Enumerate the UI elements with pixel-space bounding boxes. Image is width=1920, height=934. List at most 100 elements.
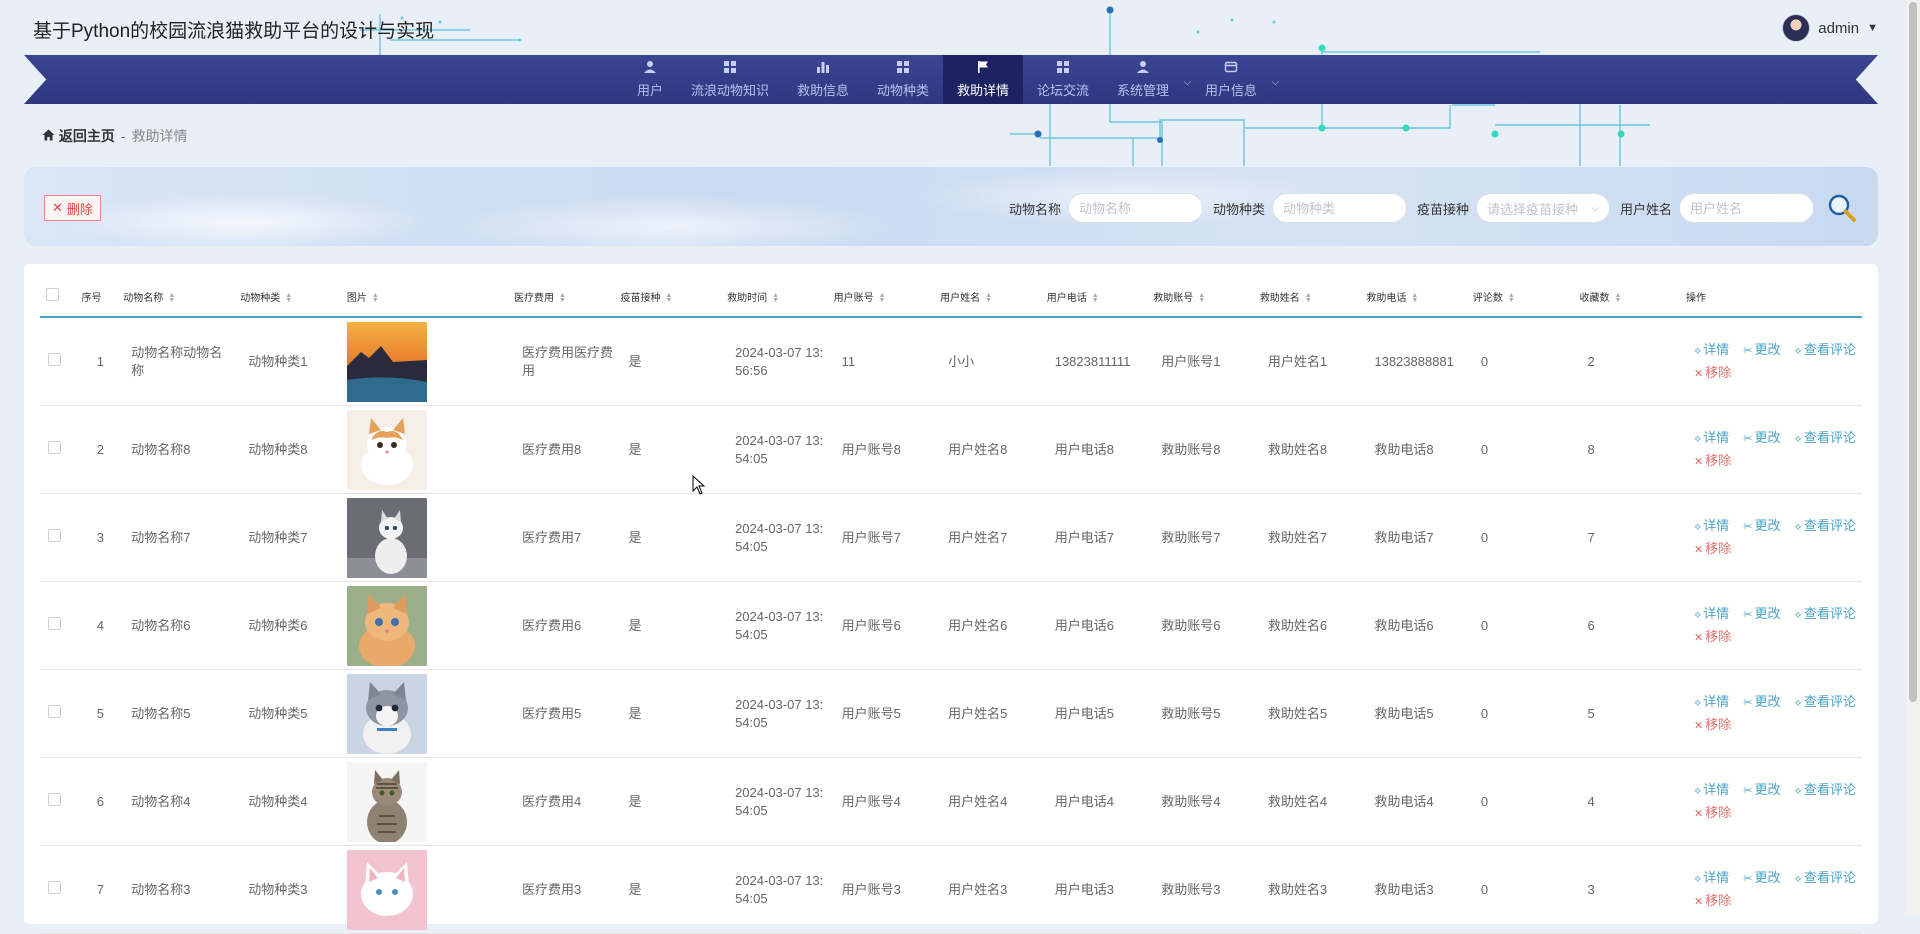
animal-photo[interactable] (346, 761, 508, 842)
select-all-checkbox[interactable] (40, 276, 76, 318)
detail-button[interactable]: ⟡ 详情 (1694, 693, 1729, 712)
nav-item-stray-knowledge[interactable]: 流浪动物知识 (677, 55, 783, 104)
cell-image[interactable] (340, 581, 508, 670)
nav-item-system-management[interactable]: 系统管理 ⌵ (1103, 55, 1191, 104)
nav-item-forum[interactable]: 论坛交流 (1023, 55, 1103, 104)
cell-image[interactable] (340, 757, 508, 846)
edit-button[interactable]: ✂ 更改 (1743, 605, 1780, 624)
col-header-vaccine[interactable]: 疫苗接种 ▲ ▼ (614, 276, 722, 318)
view-comments-label: 查看评论 (1803, 605, 1856, 621)
col-header-favorites[interactable]: 收藏数 ▲ ▼ (1573, 276, 1680, 318)
animal-photo[interactable] (346, 585, 508, 666)
cell-image[interactable] (340, 493, 508, 582)
edit-button[interactable]: ✂ 更改 (1743, 341, 1780, 360)
remove-button[interactable]: ✕ 移除 (1694, 716, 1731, 735)
edit-button[interactable]: ✂ 更改 (1743, 517, 1780, 536)
col-header-user-account[interactable]: 用户账号 ▲ ▼ (827, 276, 935, 318)
table-row[interactable]: 7 动物名称3 动物种类3 医疗费用3 是 2024-03-07 13:54:05 用户账号… (40, 845, 1862, 934)
nav-item-user-info[interactable]: 用户信息 ⌵ (1191, 55, 1279, 104)
breadcrumb-home[interactable]: 返回主页 (42, 126, 115, 146)
animal-photo[interactable] (346, 673, 508, 754)
view-comments-button[interactable]: ⟡ 查看评论 (1795, 693, 1856, 712)
animal-photo[interactable] (346, 849, 508, 930)
nav-item-users[interactable]: 用户 (623, 55, 677, 104)
animal-photo[interactable] (346, 321, 508, 402)
table-row[interactable]: 1 动物名称动物名称 动物种类1 医疗费用医疗费用是 2024-03-07 13:56:… (40, 317, 1862, 406)
table-row[interactable]: 3 动物名称7 动物种类7 医疗费用7 是 2024-03-07 13:54:05 用户账号… (40, 493, 1862, 582)
row-checkbox[interactable] (40, 845, 76, 934)
view-comments-button[interactable]: ⟡ 查看评论 (1795, 429, 1856, 448)
delete-button[interactable]: ✕ 删除 (44, 195, 101, 221)
scrollbar[interactable] (1906, 0, 1920, 916)
user-name-input[interactable] (1679, 193, 1814, 223)
col-header-user-name[interactable]: 用户姓名 ▲ ▼ (934, 276, 1041, 318)
cell-animal-name: 动物名称动物名称 (117, 317, 235, 406)
animal-type-input[interactable] (1271, 193, 1407, 223)
detail-button[interactable]: ⟡ 详情 (1694, 517, 1729, 536)
edit-button[interactable]: ✂ 更改 (1743, 429, 1780, 448)
col-header-animal-name[interactable]: 动物名称 ▲ ▼ (117, 276, 235, 318)
cell-image[interactable] (340, 669, 508, 758)
animal-name-input[interactable] (1067, 193, 1203, 223)
col-header-comments[interactable]: 评论数 ▲ ▼ (1466, 276, 1574, 318)
cell-image[interactable] (340, 405, 508, 494)
nav-item-animal-types[interactable]: 动物种类 (863, 55, 943, 104)
nav-label: 动物种类 (876, 83, 929, 98)
row-checkbox[interactable] (40, 317, 76, 406)
row-checkbox[interactable] (40, 405, 76, 494)
col-header-animal-type[interactable]: 动物种类 ▲ ▼ (234, 276, 341, 318)
nav-item-rescue-details[interactable]: 救助详情 (943, 55, 1024, 104)
remove-button[interactable]: ✕ 移除 (1694, 804, 1731, 823)
remove-button[interactable]: ✕ 移除 (1694, 540, 1731, 559)
edit-button[interactable]: ✂ 更改 (1743, 869, 1780, 888)
col-header-rescue-phone[interactable]: 救助电话 ▲ ▼ (1360, 276, 1467, 318)
remove-button[interactable]: ✕ 移除 (1694, 628, 1731, 647)
breadcrumb-separator: - (120, 128, 126, 144)
col-header-medical-fee[interactable]: 医疗费用 ▲ ▼ (507, 276, 615, 318)
cell-image[interactable] (340, 317, 508, 406)
detail-button[interactable]: ⟡ 详情 (1694, 429, 1729, 448)
view-comments-button[interactable]: ⟡ 查看评论 (1795, 605, 1856, 624)
animal-photo[interactable] (346, 497, 508, 578)
close-icon: ✕ (1694, 719, 1704, 732)
col-header-image[interactable]: 图片 ▲ ▼ (340, 276, 508, 318)
col-header-rescue-time[interactable]: 救助时间 ▲ ▼ (721, 276, 828, 318)
col-header-actions: 操作 (1680, 276, 1862, 318)
table-row[interactable]: 2 动物名称8 动物种类8 医疗费用8 是 2024-03-07 13:54:05 用户账号… (40, 405, 1862, 494)
view-comments-button[interactable]: ⟡ 查看评论 (1795, 781, 1856, 800)
remove-button[interactable]: ✕ 移除 (1694, 892, 1731, 911)
view-comments-button[interactable]: ⟡ 查看评论 (1795, 341, 1856, 360)
edit-button[interactable]: ✂ 更改 (1743, 781, 1780, 800)
edit-label: 更改 (1754, 341, 1781, 357)
remove-button[interactable]: ✕ 移除 (1694, 452, 1731, 471)
detail-button[interactable]: ⟡ 详情 (1694, 605, 1729, 624)
cell-user-account: 用户账号6 (827, 581, 935, 670)
col-header-rescue-name[interactable]: 救助姓名 ▲ ▼ (1253, 276, 1361, 318)
row-checkbox[interactable] (40, 493, 76, 582)
animal-photo[interactable] (346, 409, 508, 490)
comment-icon: ⟡ (1794, 872, 1802, 885)
search-button[interactable] (1826, 192, 1858, 224)
table-row[interactable]: 4 动物名称6 动物种类6 医疗费用6 是 2024-03-07 13:54:05 用户账号… (40, 581, 1862, 670)
row-checkbox[interactable] (40, 757, 76, 846)
scrollbar-thumb[interactable] (1909, 2, 1917, 702)
cell-rescue-phone: 救助电话8 (1360, 405, 1467, 494)
vaccine-select[interactable]: 请选择疫苗接种 ⌵ (1475, 193, 1610, 223)
user-menu[interactable]: admin ▼ (1782, 14, 1878, 42)
table-row[interactable]: 6 动物名称4 动物种类4 医疗费用4 是 2024-03-07 13:54:05 用户账号… (40, 757, 1862, 846)
detail-button[interactable]: ⟡ 详情 (1694, 781, 1729, 800)
remove-button[interactable]: ✕ 移除 (1694, 364, 1731, 383)
row-checkbox[interactable] (40, 669, 76, 758)
row-checkbox[interactable] (40, 581, 76, 670)
view-comments-button[interactable]: ⟡ 查看评论 (1795, 517, 1856, 536)
table-row[interactable]: 5 动物名称5 动物种类5 医疗费用5 是 2024-03-07 13:54:05 用户账号… (40, 669, 1862, 758)
nav-item-rescue-info[interactable]: 救助信息 (783, 55, 863, 104)
col-header-rescue-account[interactable]: 救助账号 ▲ ▼ (1147, 276, 1254, 318)
col-header-user-phone[interactable]: 用户电话 ▲ ▼ (1040, 276, 1148, 318)
edit-button[interactable]: ✂ 更改 (1743, 693, 1780, 712)
cell-index: 7 (75, 845, 118, 934)
view-comments-button[interactable]: ⟡ 查看评论 (1795, 869, 1856, 888)
cell-image[interactable] (340, 845, 508, 934)
detail-button[interactable]: ⟡ 详情 (1694, 341, 1729, 360)
detail-button[interactable]: ⟡ 详情 (1694, 869, 1729, 888)
